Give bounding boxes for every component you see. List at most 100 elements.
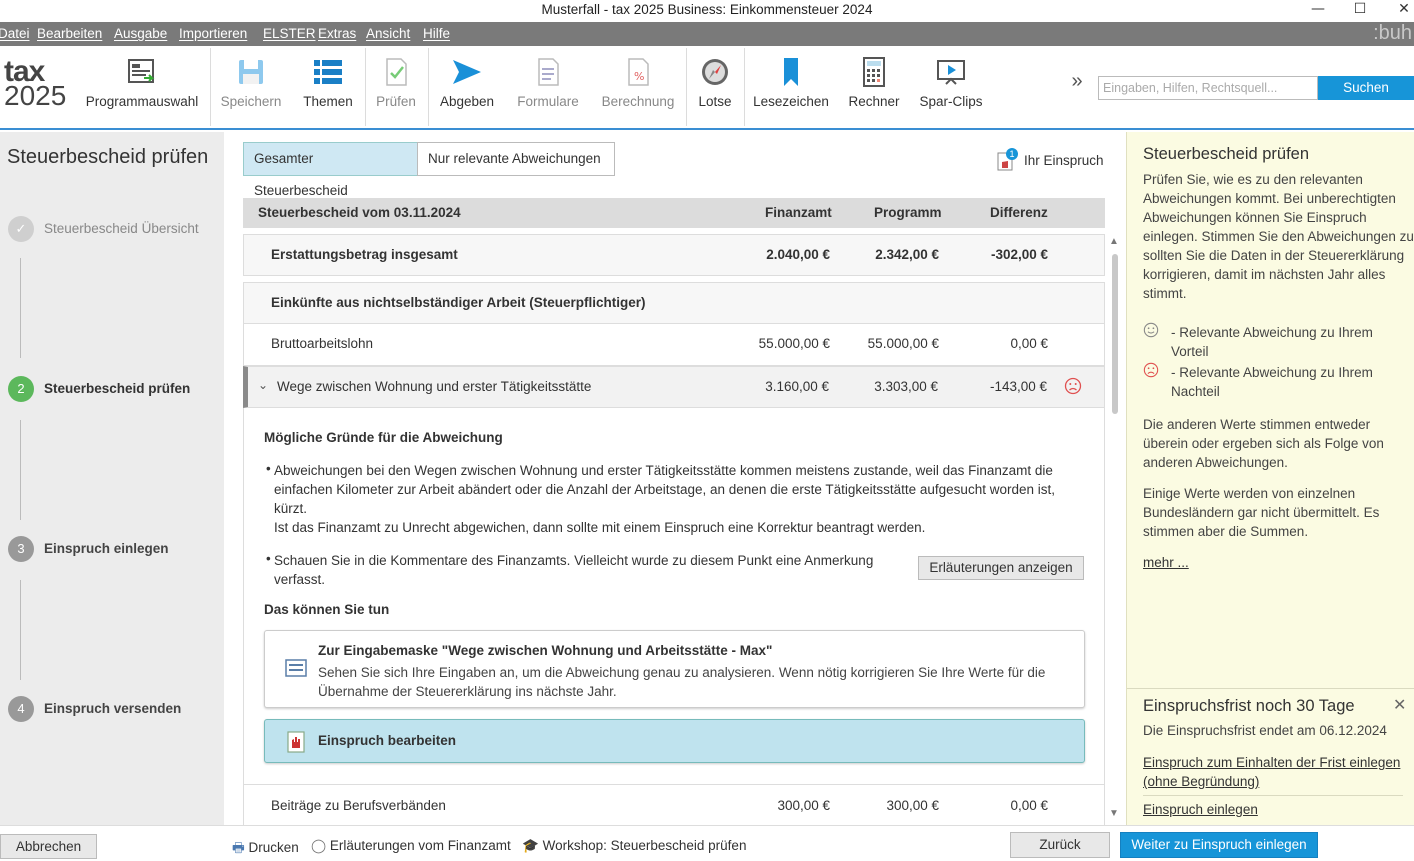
text-line: - Relevante Abweichung zu Ihrem [1171,325,1373,340]
help-panel: Steuerbescheid prüfen Prüfen Sie, wie es… [1126,132,1414,825]
drucken-link[interactable]: 🖶 Drucken [232,838,299,861]
text-line: Abweichungen können Sie Einspruch [1143,210,1367,225]
speichern-button[interactable]: Speichern [220,56,282,109]
help-laender: Einige Werte werden von einzelnen Bundes… [1143,484,1414,541]
table-row-expanded[interactable]: ⌄ Wege zwischen Wohnung und erster Tätig… [243,366,1105,408]
svg-text:%: % [634,70,644,83]
bullet-icon: • [266,461,271,476]
vertical-scrollbar[interactable]: ▲ ▼ [1108,236,1122,825]
mehr-link[interactable]: mehr ... [1143,555,1189,570]
einspruch-bearbeiten-card[interactable]: Einspruch bearbeiten [264,719,1085,763]
erlaeuterungen-finanzamt-link[interactable]: ◯ Erläuterungen vom Finanzamt [311,838,511,854]
text-line: Bundesländern gar nicht übermittelt. Es [1143,505,1380,520]
main-content: Gesamter Steuerbescheid Nur relevante Ab… [224,132,1126,825]
menu-ausgabe[interactable]: Ausgabe [114,26,167,41]
weiter-button[interactable]: Weiter zu Einspruch einlegen [1120,832,1318,858]
table-row: Erstattungsbetrag insgesamt 2.040,00 € 2… [243,234,1105,276]
menu-bearbeiten[interactable]: Bearbeiten [37,26,102,41]
erlaeuterungen-anzeigen-button[interactable]: Erläuterungen anzeigen [918,556,1084,580]
abbrechen-button[interactable]: Abbrechen [0,834,97,859]
themen-label: Themen [303,94,353,109]
formulare-button[interactable]: Formulare [514,56,582,109]
toolbar-separator [686,48,687,126]
close-icon[interactable]: ✕ [1393,695,1406,715]
bookmark-icon [784,58,798,86]
value-differenz: 0,00 € [1010,798,1048,813]
link-line[interactable]: Einspruch zum Einhalten der Frist einleg… [1143,753,1400,772]
tab-gesamter-steuerbescheid[interactable]: Gesamter Steuerbescheid [243,142,418,198]
value-finanzamt: 300,00 € [777,798,830,813]
compass-icon [702,59,728,85]
sidebar-heading: Steuerbescheid prüfen [7,146,209,168]
minimize-button[interactable]: — [1296,0,1340,22]
row-label: Erstattungsbetrag insgesamt [271,247,458,262]
abgeben-button[interactable]: Abgeben [436,56,498,109]
form-mask-icon [285,659,307,677]
lotse-button[interactable]: Lotse [694,56,736,109]
row-label: Wege zwischen Wohnung und erster Tätigke… [277,379,592,394]
chevron-down-icon[interactable]: ⌄ [258,378,268,392]
table-scroll-area: Erstattungsbetrag insgesamt 2.040,00 € 2… [243,234,1105,825]
programmauswahl-button[interactable]: Programmauswahl [84,56,200,109]
scrollbar-thumb[interactable] [1112,254,1118,414]
berechnung-button[interactable]: % Berechnung [598,56,678,109]
ihr-einspruch-link[interactable]: 1 Ihr Einspruch [996,148,1106,174]
save-icon [239,60,263,84]
text-line: Die anderen Werte stimmen entweder [1143,417,1371,432]
section-label: Einkünfte aus nichtselbständiger Arbeit … [271,295,646,310]
ihr-einspruch-label: Ihr Einspruch [1024,153,1104,168]
value-differenz: -143,00 € [989,379,1047,394]
pruefen-button[interactable]: Prüfen [372,56,420,109]
menu-extras[interactable]: Extras [318,26,356,41]
buhl-logo: :buh [1373,22,1412,44]
menu-ansicht[interactable]: Ansicht [366,26,410,41]
help-intro: Prüfen Sie, wie es zu den relevanten Abw… [1143,170,1414,303]
gruende-title: Mögliche Gründe für die Abweichung [264,430,503,445]
more-toolbar-button[interactable]: » [1066,70,1088,93]
search-button[interactable]: Suchen [1318,76,1414,100]
hand-document-icon [287,731,305,753]
legend-positive: - Relevante Abweichung zu Ihrem Vorteil [1171,323,1411,361]
themen-button[interactable]: Themen [300,56,356,109]
toolbar-separator [210,48,211,126]
col-finanzamt: Finanzamt [765,205,832,220]
menu-datei[interactable]: Datei [0,26,30,41]
zurueck-button[interactable]: Zurück [1010,832,1110,858]
eingabemaske-card[interactable]: Zur Eingabemaske "Wege zwischen Wohnung … [264,630,1085,708]
text-line: Abweichungen bei den Wegen zwischen Wohn… [274,463,1053,478]
divider [1143,795,1403,796]
title-bar: Musterfall - tax 2025 Business: Einkomme… [0,0,1414,22]
text-line: Sehen Sie sich Ihre Eingaben an, um die … [318,665,1046,680]
menu-importieren[interactable]: Importieren [179,26,247,41]
text-line: stimmt. [1143,286,1187,301]
menu-elster[interactable]: ELSTER [263,26,316,41]
scroll-up-icon[interactable]: ▲ [1109,236,1119,247]
video-icon [937,60,965,85]
value-programm: 3.303,00 € [874,379,938,394]
step-number: 3 [8,536,34,562]
frist-link-ohne-begruendung[interactable]: Einspruch zum Einhalten der Frist einleg… [1143,753,1400,791]
window-title: Musterfall - tax 2025 Business: Einkomme… [541,2,873,17]
value-differenz: -302,00 € [990,247,1048,262]
workshop-link[interactable]: 🎓 Workshop: Steuerbescheid prüfen [522,838,746,854]
toolbar-separator [365,48,366,126]
lesezeichen-button[interactable]: Lesezeichen [752,56,830,109]
tab-relevante-abweichungen[interactable]: Nur relevante Abweichungen [417,142,615,176]
einspruch-einlegen-link[interactable]: Einspruch einlegen [1143,802,1258,817]
menu-hilfe[interactable]: Hilfe [423,26,450,41]
scroll-down-icon[interactable]: ▼ [1109,808,1119,819]
step-label: Steuerbescheid prüfen [44,381,191,396]
maximize-button[interactable]: ☐ [1338,0,1382,22]
text-line: Ist das Finanzamt zu Unrecht abgewichen,… [274,520,926,535]
formulare-label: Formulare [517,94,579,109]
footer-bar: Abbrechen 🖶 Drucken ◯ Erläuterungen vom … [0,825,1414,859]
close-window-button[interactable]: ✕ [1382,0,1414,22]
logo-line2: 2025 [4,80,67,111]
search-input[interactable]: Eingaben, Hilfen, Rechtsquell... [1098,76,1318,100]
sparclips-button[interactable]: Spar-Clips [916,56,986,109]
link-line[interactable]: (ohne Begründung) [1143,772,1400,791]
text-line: einfachen Kilometer zur Arbeit abändert … [274,482,1055,497]
rechner-button[interactable]: Rechner [846,56,902,109]
calculator-icon [863,57,885,87]
step-number: 2 [8,376,34,402]
